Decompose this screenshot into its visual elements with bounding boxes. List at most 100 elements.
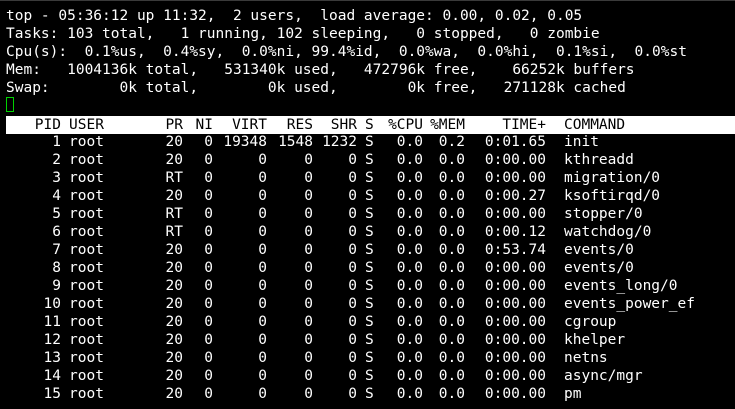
cpu-cell: 0.0: [396, 350, 423, 366]
shr-cell: 0: [348, 188, 357, 204]
mem-cell: 0.0: [438, 242, 465, 258]
state-cell: S: [365, 260, 374, 276]
pid-cell: 10: [43, 296, 61, 312]
uptime-line: top - 05:36:12 up 11:32, 2 users, load a…: [6, 8, 583, 24]
mem-cell: 0.0: [438, 170, 465, 186]
command-cell: khelper: [564, 332, 626, 348]
command-cell: async/mgr: [564, 368, 643, 384]
command-cell: ksoftirqd/0: [564, 188, 661, 204]
nice-cell: 0: [204, 224, 213, 240]
res-cell: 0: [304, 260, 313, 276]
process-row: 6 root RT 0 0 0 0 S 0.0 0.0 0:00.12 watchdog/0: [6, 223, 735, 241]
cpu-cell: 0.0: [396, 170, 423, 186]
time-cell: 0:00.00: [484, 350, 546, 366]
time-cell: 0:00.00: [484, 260, 546, 276]
user-cell: root: [69, 296, 104, 312]
state-cell: S: [365, 224, 374, 240]
command-cell: watchdog/0: [564, 224, 652, 240]
cpu-cell: 0.0: [396, 242, 423, 258]
time-cell: 0:00.12: [484, 224, 546, 240]
state-cell: S: [365, 206, 374, 222]
cpu-cell: 0.0: [396, 278, 423, 294]
user-cell: root: [69, 206, 104, 222]
virt-cell: 0: [258, 296, 267, 312]
virt-cell: 0: [258, 188, 267, 204]
cpu-cell: 0.0: [396, 188, 423, 204]
command-cell: netns: [564, 350, 608, 366]
cpu-cell: 0.0: [396, 134, 423, 150]
res-cell: 1548: [278, 134, 313, 150]
process-row: 15 root 20 0 0 0 0 S 0.0 0.0 0:00.00 pm: [6, 385, 735, 403]
virt-cell: 0: [258, 170, 267, 186]
virt-cell: 0: [258, 152, 267, 168]
nice-cell: 0: [204, 332, 213, 348]
time-cell: 0:00.27: [484, 188, 546, 204]
user-cell: root: [69, 350, 104, 366]
state-cell: S: [365, 386, 374, 402]
shr-cell: 0: [348, 242, 357, 258]
res-cell: 0: [304, 170, 313, 186]
nice-cell: 0: [204, 278, 213, 294]
time-cell: 0:00.00: [484, 152, 546, 168]
command-cell: init: [564, 134, 599, 150]
res-cell: 0: [304, 242, 313, 258]
state-cell: S: [365, 332, 374, 348]
cpu-cell: 0.0: [396, 206, 423, 222]
process-row: 12 root 20 0 0 0 0 S 0.0 0.0 0:00.00 khelper: [6, 331, 735, 349]
time-cell: 0:00.00: [484, 332, 546, 348]
state-cell: S: [365, 134, 374, 150]
nice-cell: 0: [204, 368, 213, 384]
user-cell: root: [69, 242, 104, 258]
user-cell: root: [69, 332, 104, 348]
cpu-cell: 0.0: [396, 296, 423, 312]
pid-cell: 7: [52, 242, 61, 258]
terminal-cursor: [6, 97, 14, 112]
state-cell: S: [365, 350, 374, 366]
virt-cell: 19348: [223, 134, 267, 150]
priority-cell: 20: [165, 332, 183, 348]
state-cell: S: [365, 152, 374, 168]
user-cell: root: [69, 134, 104, 150]
column-header-time: TIME+: [502, 117, 546, 133]
shr-cell: 0: [348, 260, 357, 276]
user-cell: root: [69, 260, 104, 276]
process-row: 4 root 20 0 0 0 0 S 0.0 0.0 0:00.27 ksoftirqd/0: [6, 187, 735, 205]
nice-cell: 0: [204, 206, 213, 222]
virt-cell: 0: [258, 206, 267, 222]
column-header-pid: PID: [34, 117, 61, 133]
state-cell: S: [365, 170, 374, 186]
pid-cell: 8: [52, 260, 61, 276]
nice-cell: 0: [204, 386, 213, 402]
state-cell: S: [365, 296, 374, 312]
pid-cell: 14: [43, 368, 61, 384]
user-cell: root: [69, 314, 104, 330]
process-row: 2 root 20 0 0 0 0 S 0.0 0.0 0:00.00 kthreadd: [6, 151, 735, 169]
user-cell: root: [69, 224, 104, 240]
process-row: 7 root 20 0 0 0 0 S 0.0 0.0 0:53.74 events/0: [6, 241, 735, 259]
priority-cell: 20: [165, 368, 183, 384]
shr-cell: 0: [348, 314, 357, 330]
state-cell: S: [365, 188, 374, 204]
state-cell: S: [365, 314, 374, 330]
shr-cell: 0: [348, 332, 357, 348]
priority-cell: RT: [165, 206, 183, 222]
terminal-window[interactable]: top - 05:36:12 up 11:32, 2 users, load a…: [0, 0, 735, 409]
state-cell: S: [365, 278, 374, 294]
process-row: 10 root 20 0 0 0 0 S 0.0 0.0 0:00.00 events_power_e…: [6, 295, 735, 313]
pid-cell: 2: [52, 152, 61, 168]
process-row: 14 root 20 0 0 0 0 S 0.0 0.0 0:00.00 async/mgr: [6, 367, 735, 385]
res-cell: 0: [304, 332, 313, 348]
virt-cell: 0: [258, 332, 267, 348]
process-row: 8 root 20 0 0 0 0 S 0.0 0.0 0:00.00 events/0: [6, 259, 735, 277]
column-header-shr: SHR: [330, 117, 357, 133]
priority-cell: 20: [165, 260, 183, 276]
priority-cell: 20: [165, 188, 183, 204]
time-cell: 0:00.00: [484, 386, 546, 402]
process-table-header: PID USER PR NI VIRT RES SHR S %CPU %MEM …: [6, 116, 735, 134]
nice-cell: 0: [204, 296, 213, 312]
res-cell: 0: [304, 152, 313, 168]
priority-cell: 20: [165, 296, 183, 312]
virt-cell: 0: [258, 314, 267, 330]
shr-cell: 0: [348, 296, 357, 312]
cpu-cell: 0.0: [396, 260, 423, 276]
